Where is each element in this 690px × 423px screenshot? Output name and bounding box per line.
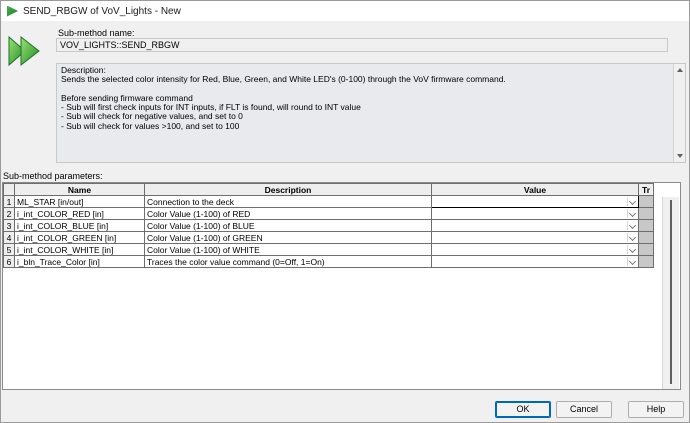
scroll-down-icon[interactable]: [677, 154, 683, 158]
trace-cell[interactable]: [638, 207, 654, 220]
param-value-cell[interactable]: [431, 231, 639, 244]
row-number: 4: [3, 231, 15, 244]
parameters-grid: Name Description Value Tr 1 ML_STAR [in/o…: [2, 182, 681, 390]
description-line: - Sub will check for values >100, and se…: [61, 120, 240, 131]
table-row[interactable]: 3 i_int_COLOR_BLUE [in] Color Value (1-100…: [3, 219, 654, 232]
window-title: SEND_RBGW of VoV_Lights - New: [23, 5, 181, 17]
table-row[interactable]: 4 i_int_COLOR_GREEN [in] Color Value (1-10…: [3, 231, 654, 244]
cancel-button[interactable]: Cancel: [556, 401, 612, 418]
chevron-down-icon[interactable]: [627, 233, 637, 242]
param-name-cell: i_int_COLOR_GREEN [in]: [14, 231, 145, 244]
trace-cell[interactable]: [638, 195, 654, 208]
param-description-cell: Connection to the deck: [144, 195, 432, 208]
chevron-down-icon[interactable]: [627, 221, 637, 230]
trace-cell[interactable]: [638, 219, 654, 232]
param-value-cell[interactable]: [431, 207, 639, 220]
param-description-cell: Color Value (1-100) of WHITE: [144, 243, 432, 256]
chevron-down-icon[interactable]: [627, 245, 637, 254]
column-header-description[interactable]: Description: [144, 183, 432, 196]
param-name-cell: i_int_COLOR_WHITE [in]: [14, 243, 145, 256]
row-number: 6: [3, 255, 15, 268]
chevron-down-icon[interactable]: [627, 197, 637, 206]
green-arrow-icon: [7, 5, 18, 17]
column-header-value[interactable]: Value: [431, 183, 639, 196]
table-row[interactable]: 1 ML_STAR [in/out] Connection to the deck: [3, 195, 654, 208]
param-name-cell: i_int_COLOR_BLUE [in]: [14, 219, 145, 232]
trace-cell[interactable]: [638, 255, 654, 268]
param-description-cell: Color Value (1-100) of BLUE: [144, 219, 432, 232]
row-number: 5: [3, 243, 15, 256]
description-box[interactable]: Description: Sends the selected color int…: [56, 63, 686, 163]
param-name-cell: i_bln_Trace_Color [in]: [14, 255, 145, 268]
param-name-cell: i_int_COLOR_RED [in]: [14, 207, 145, 220]
chevron-down-icon[interactable]: [627, 209, 637, 218]
param-value-cell[interactable]: [431, 219, 639, 232]
param-description-cell: Color Value (1-100) of GREEN: [144, 231, 432, 244]
param-value-cell[interactable]: [431, 255, 639, 268]
trace-cell[interactable]: [638, 243, 654, 256]
parameters-label: Sub-method parameters:: [3, 171, 103, 181]
dialog-window: SEND_RBGW of VoV_Lights - New Sub-method…: [0, 0, 690, 423]
description-scrollbar[interactable]: [673, 64, 685, 162]
submethod-arrow-icon: [8, 35, 40, 67]
table-row[interactable]: 5 i_int_COLOR_WHITE [in] Color Value (1-10…: [3, 243, 654, 256]
grid-scrollbar-thumb[interactable]: [670, 200, 672, 384]
header-corner: [3, 183, 15, 196]
submethod-name-field[interactable]: VOV_LIGHTS::SEND_RBGW: [56, 38, 668, 52]
scroll-up-icon[interactable]: [677, 68, 683, 72]
help-button[interactable]: Help: [628, 401, 684, 418]
param-description-cell: Color Value (1-100) of RED: [144, 207, 432, 220]
param-description-cell: Traces the color value command (0=Off, 1…: [144, 255, 432, 268]
param-value-cell[interactable]: [431, 195, 639, 208]
table-row[interactable]: 6 i_bln_Trace_Color [in] Traces the color …: [3, 255, 654, 268]
row-number: 2: [3, 207, 15, 220]
column-header-trace[interactable]: Tr: [638, 183, 654, 196]
param-name-cell: ML_STAR [in/out]: [14, 195, 145, 208]
trace-cell[interactable]: [638, 231, 654, 244]
table-row[interactable]: 2 i_int_COLOR_RED [in] Color Value (1-100)…: [3, 207, 654, 220]
submethod-name-label: Sub-method name:: [58, 28, 135, 38]
title-bar[interactable]: SEND_RBGW of VoV_Lights - New: [1, 1, 689, 21]
param-value-cell[interactable]: [431, 243, 639, 256]
ok-button[interactable]: OK: [495, 401, 551, 418]
chevron-down-icon[interactable]: [627, 257, 637, 266]
row-number: 1: [3, 195, 15, 208]
description-line: Sends the selected color intensity for R…: [61, 74, 506, 85]
grid-scrollbar[interactable]: [662, 197, 679, 389]
row-number: 3: [3, 219, 15, 232]
column-header-name[interactable]: Name: [14, 183, 145, 196]
